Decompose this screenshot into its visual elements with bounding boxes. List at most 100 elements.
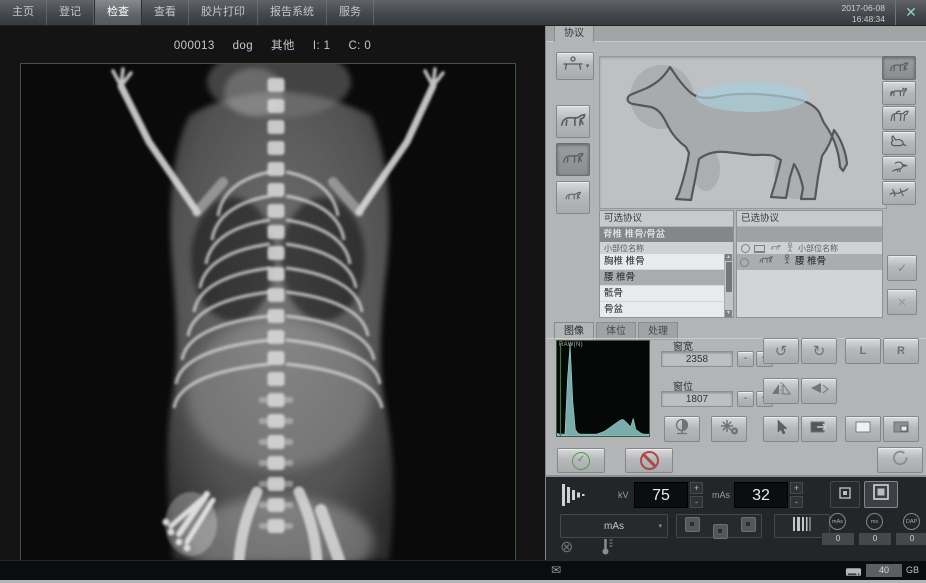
- marker-l-label: L: [860, 345, 867, 357]
- flip-vertical-icon: [807, 381, 831, 402]
- region-spine-highlight[interactable]: [696, 82, 808, 112]
- protocol-item[interactable]: 胸椎 椎骨: [600, 254, 725, 270]
- histogram-plot: [557, 341, 649, 436]
- selected-protocol-name: 腰 椎骨: [795, 254, 826, 270]
- date-label: 2017-06-08: [842, 3, 885, 14]
- marker-r-button[interactable]: R: [883, 338, 919, 364]
- menu-item-3[interactable]: 检查: [94, 0, 142, 25]
- time-label: 16:48:34: [842, 14, 885, 25]
- species-label: dog: [233, 40, 253, 52]
- storage-disk-icon: [845, 565, 862, 583]
- window-width-value[interactable]: 2358: [661, 351, 733, 367]
- window-width-minus-button[interactable]: -: [737, 351, 754, 367]
- dap-indicator-icon: DAP: [903, 513, 920, 530]
- kv-plus-button[interactable]: +: [690, 482, 703, 494]
- menu-item-6[interactable]: 报告系统: [258, 0, 327, 25]
- mas-minus-button[interactable]: -: [790, 496, 803, 508]
- marker-r-label: R: [897, 345, 905, 357]
- aec-field-left-button[interactable]: [685, 517, 700, 532]
- close-icon: ✕: [905, 4, 917, 20]
- window-level-minus-button[interactable]: -: [737, 391, 754, 407]
- dog-body-diagram[interactable]: [599, 56, 887, 209]
- scroll-down-icon[interactable]: ▼: [725, 310, 732, 317]
- menu-item-1[interactable]: 主页: [0, 0, 47, 25]
- message-envelope-icon[interactable]: ✉: [551, 563, 561, 577]
- available-list-scrollbar[interactable]: ▲ ▼: [724, 254, 733, 317]
- caret-down-icon: ▾: [586, 62, 590, 70]
- marker-l-button[interactable]: L: [845, 338, 881, 364]
- flip-horizontal-button[interactable]: [763, 378, 799, 404]
- small-focus-button[interactable]: [830, 481, 860, 508]
- large-focus-button[interactable]: [864, 481, 898, 508]
- redo-exposure-button[interactable]: [877, 447, 923, 473]
- flip-vertical-button[interactable]: [801, 378, 837, 404]
- menu-item-7[interactable]: 服务: [327, 0, 374, 25]
- kv-minus-button[interactable]: -: [690, 496, 703, 508]
- cursor-tool-button[interactable]: [763, 416, 799, 442]
- tab-protocol[interactable]: 协议: [554, 25, 594, 42]
- horse-button[interactable]: [882, 106, 916, 130]
- lizard-button[interactable]: [882, 181, 916, 205]
- available-protocols-list: 可选协议 脊椎 椎骨/骨盆 小部位名称 胸椎 椎骨腰 椎骨骶骨骨盆颈椎 椎骨 ▲…: [599, 210, 734, 318]
- rotate-ccw-button[interactable]: ↺: [763, 338, 799, 364]
- small-dog-button[interactable]: [556, 181, 590, 214]
- image-count-label: I: 1: [313, 40, 331, 52]
- accept-image-button[interactable]: ✓: [557, 448, 605, 473]
- dog-button[interactable]: [882, 56, 916, 80]
- rotate-cw-icon: ↻: [813, 344, 826, 359]
- grid-icon: [790, 516, 814, 537]
- confirm-protocol-button[interactable]: ✓: [887, 255, 917, 281]
- protocol-item[interactable]: 骨盆: [600, 302, 725, 317]
- image-export-button[interactable]: [801, 416, 837, 442]
- view-single-button[interactable]: [845, 416, 881, 442]
- xray-beam-icon: [560, 483, 588, 512]
- aec-field-center-button[interactable]: [713, 524, 728, 539]
- menu-item-4[interactable]: 查看: [142, 0, 189, 25]
- scrollbar-thumb[interactable]: [726, 262, 732, 292]
- view-overlay-button[interactable]: [883, 416, 919, 442]
- cat-button[interactable]: [882, 81, 916, 105]
- menu-item-2[interactable]: 登记: [47, 0, 94, 25]
- menu-item-5[interactable]: 胶片打印: [189, 0, 258, 25]
- window-level-value[interactable]: 1807: [661, 391, 733, 407]
- medium-dog-icon: [560, 148, 586, 171]
- c-count-label: C: 0: [348, 40, 371, 52]
- aec-field-right-button[interactable]: [741, 517, 756, 532]
- dap-indicator-value: 0: [896, 533, 926, 545]
- rotate-cw-button[interactable]: ↻: [801, 338, 837, 364]
- scroll-up-icon[interactable]: ▲: [725, 254, 732, 261]
- exposure-mode-select[interactable]: mAs ▾: [560, 514, 668, 538]
- mas-plus-button[interactable]: +: [790, 482, 803, 494]
- patient-positioner-button[interactable]: ▾: [556, 52, 594, 80]
- mas-value-field[interactable]: 32: [734, 482, 788, 508]
- status-icon: [740, 258, 749, 267]
- large-dog-button[interactable]: [556, 105, 590, 138]
- large-dog-icon: [560, 110, 586, 133]
- datetime-display: 2017-06-08 16:48:34: [842, 0, 895, 25]
- effects-icon: [717, 418, 741, 441]
- selected-protocol-row[interactable]: 腰 椎骨: [737, 254, 882, 270]
- remove-protocol-button[interactable]: ✕: [887, 289, 917, 315]
- xray-image[interactable]: [20, 63, 516, 561]
- protocol-tabstrip: 协议: [546, 25, 926, 42]
- control-panel: 协议 ▾: [545, 25, 926, 560]
- protocol-item[interactable]: 腰 椎骨: [600, 270, 725, 286]
- bird-button[interactable]: [882, 156, 916, 180]
- rabbit-button[interactable]: [882, 131, 916, 155]
- image-effects-button[interactable]: [711, 416, 747, 442]
- cat-icon: [886, 82, 912, 105]
- medium-dog-button[interactable]: [556, 143, 590, 176]
- lizard-icon: [886, 182, 912, 205]
- histogram-panel[interactable]: RAW(N): [556, 340, 650, 437]
- exposure-mode-value: mAs: [604, 521, 624, 532]
- available-protocols-title: 可选协议: [600, 211, 733, 227]
- close-button[interactable]: ✕: [895, 0, 926, 25]
- main-menu: 主页登记检查查看胶片打印报告系统服务: [0, 0, 374, 25]
- reject-image-button[interactable]: [625, 448, 673, 473]
- protocol-group-header[interactable]: 脊椎 椎骨/骨盆: [600, 227, 733, 242]
- white-box-icon: [853, 420, 873, 439]
- kv-value-field[interactable]: 75: [634, 482, 688, 508]
- selected-protocols-list: 已选协议 小部位名称 腰 椎骨: [736, 210, 883, 318]
- auto-window-button[interactable]: [664, 416, 700, 442]
- protocol-item[interactable]: 骶骨: [600, 286, 725, 302]
